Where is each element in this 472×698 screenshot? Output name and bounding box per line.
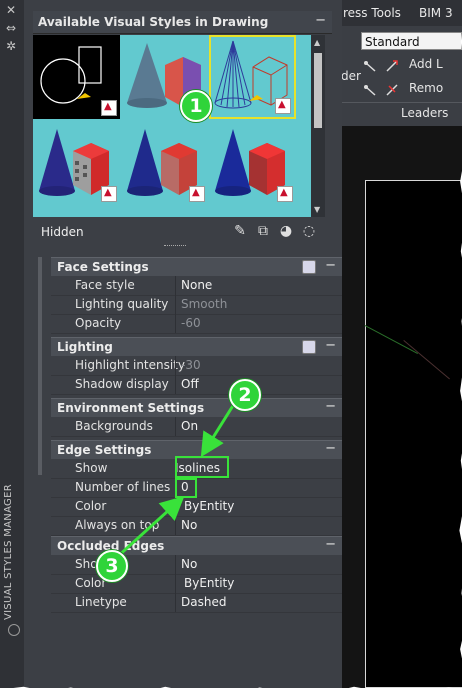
- screenshot-frame: ress Tools BIM 3 Standard der Add L Remo…: [0, 0, 462, 688]
- annotation-arrows: [114, 403, 236, 560]
- callout-1: 1: [180, 90, 212, 122]
- callout-2: 2: [229, 379, 261, 411]
- callout-3: 3: [96, 550, 128, 582]
